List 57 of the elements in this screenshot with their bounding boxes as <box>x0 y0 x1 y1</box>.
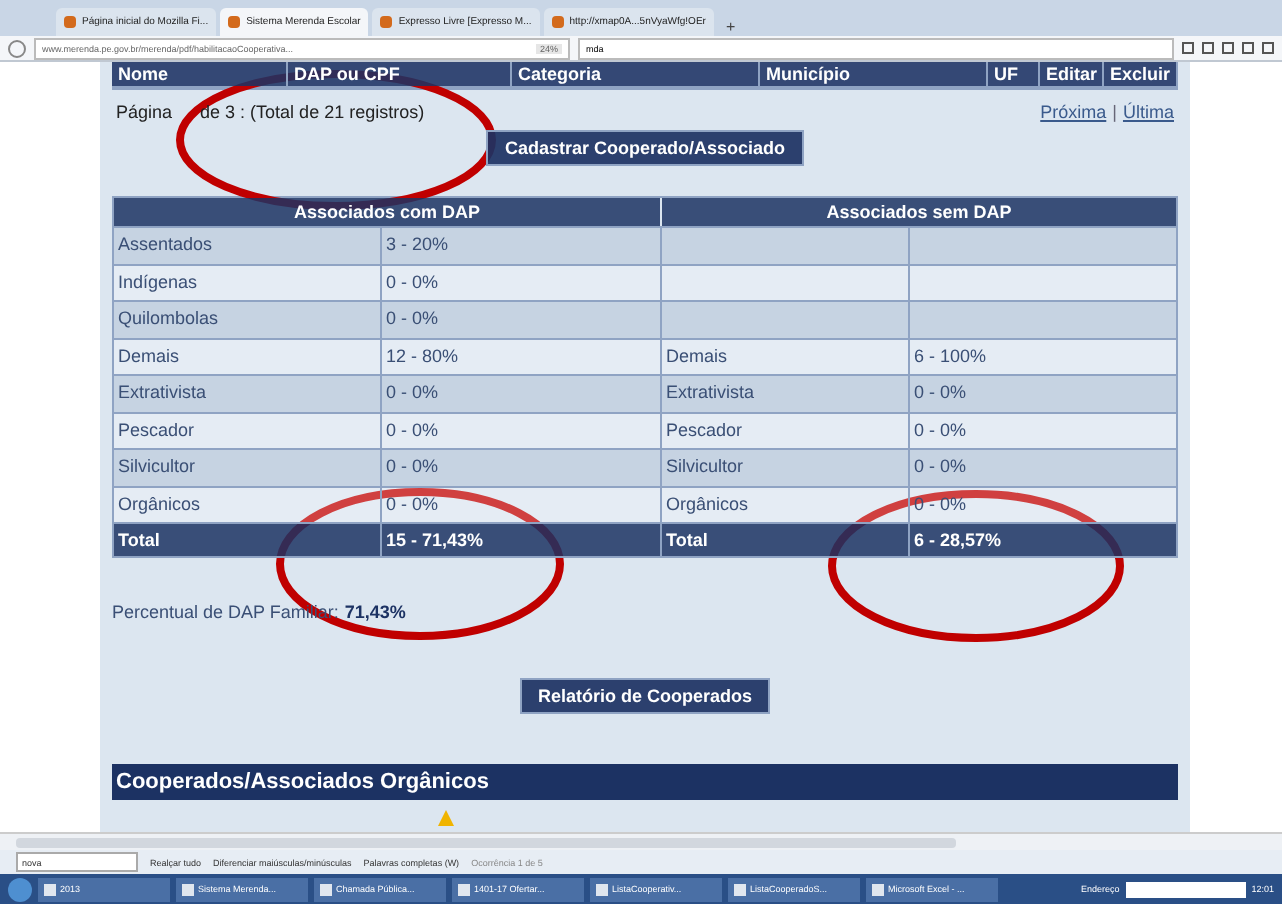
back-button[interactable] <box>8 39 26 57</box>
table-cell: Extrativista <box>114 376 380 411</box>
table-cell: 0 - 0% <box>382 376 660 411</box>
table-cell: 3 - 20% <box>382 228 660 263</box>
favicon-icon <box>64 16 76 28</box>
table-cell: 0 - 0% <box>910 413 1176 448</box>
column-header: Categoria <box>512 62 760 86</box>
table-cell: 0 - 0% <box>910 376 1176 411</box>
table-cell: 0 - 0% <box>382 265 660 300</box>
favicon-icon <box>380 16 393 28</box>
table-cell: 0 - 0% <box>382 450 660 485</box>
table-cell: Silvicultor <box>114 450 380 485</box>
register-button[interactable]: Cadastrar Cooperado/Associado <box>486 130 804 166</box>
total-cell: Total <box>662 524 908 556</box>
favicon-icon <box>551 16 564 28</box>
dap-percent-value: 71,43% <box>344 602 406 622</box>
column-header: Editar <box>1040 62 1104 86</box>
column-header: UF <box>988 62 1040 86</box>
column-header: Nome <box>112 62 288 86</box>
total-cell: 6 - 28,57% <box>910 524 1176 556</box>
column-header: Excluir <box>1104 62 1179 86</box>
column-header: Município <box>760 62 988 86</box>
table-cell: Silvicultor <box>662 450 908 485</box>
address-field[interactable] <box>1125 881 1246 897</box>
table-cell: 0 - 0% <box>382 302 660 337</box>
section-title: Cooperados/Associados Orgânicos <box>112 764 1178 800</box>
favicon-icon <box>228 16 241 28</box>
pagination-link[interactable]: Próxima <box>1040 102 1107 122</box>
table-cell: 0 - 0% <box>910 450 1176 485</box>
table-cell: Demais <box>662 339 908 374</box>
table-cell: Demais <box>114 339 380 374</box>
table-cell: Extrativista <box>662 376 908 411</box>
table-cell: 6 - 100% <box>910 339 1176 374</box>
link-separator: | <box>1112 102 1117 122</box>
table-cell: Orgânicos <box>662 487 908 522</box>
table-cell: Pescador <box>662 413 908 448</box>
pagination-text: de 3 : (Total de 21 registros) <box>200 102 425 122</box>
table-cell: Assentados <box>114 228 380 263</box>
horizontal-scrollbar[interactable] <box>0 832 1282 850</box>
total-cell: 15 - 71,43% <box>382 524 660 556</box>
report-button[interactable]: Relatório de Cooperados <box>519 678 770 714</box>
page-label: Página <box>116 102 173 122</box>
table-cell: Pescador <box>114 413 380 448</box>
table-cell: 0 - 0% <box>382 413 660 448</box>
column-header: Associados sem DAP <box>662 198 1176 226</box>
table-cell: 12 - 80% <box>382 339 660 374</box>
total-cell: Total <box>114 524 380 556</box>
table-cell: 0 - 0% <box>382 487 660 522</box>
column-header: DAP ou CPF <box>288 62 512 86</box>
start-button[interactable] <box>8 877 32 901</box>
warning-icon <box>438 810 454 826</box>
pagination-link[interactable]: Última <box>1122 102 1174 122</box>
table-cell: Quilombolas <box>114 302 380 337</box>
new-tab-button[interactable]: + <box>717 18 744 36</box>
table-cell: Orgânicos <box>114 487 380 522</box>
column-header: Associados com DAP <box>114 198 660 226</box>
table-cell: Indígenas <box>114 265 380 300</box>
